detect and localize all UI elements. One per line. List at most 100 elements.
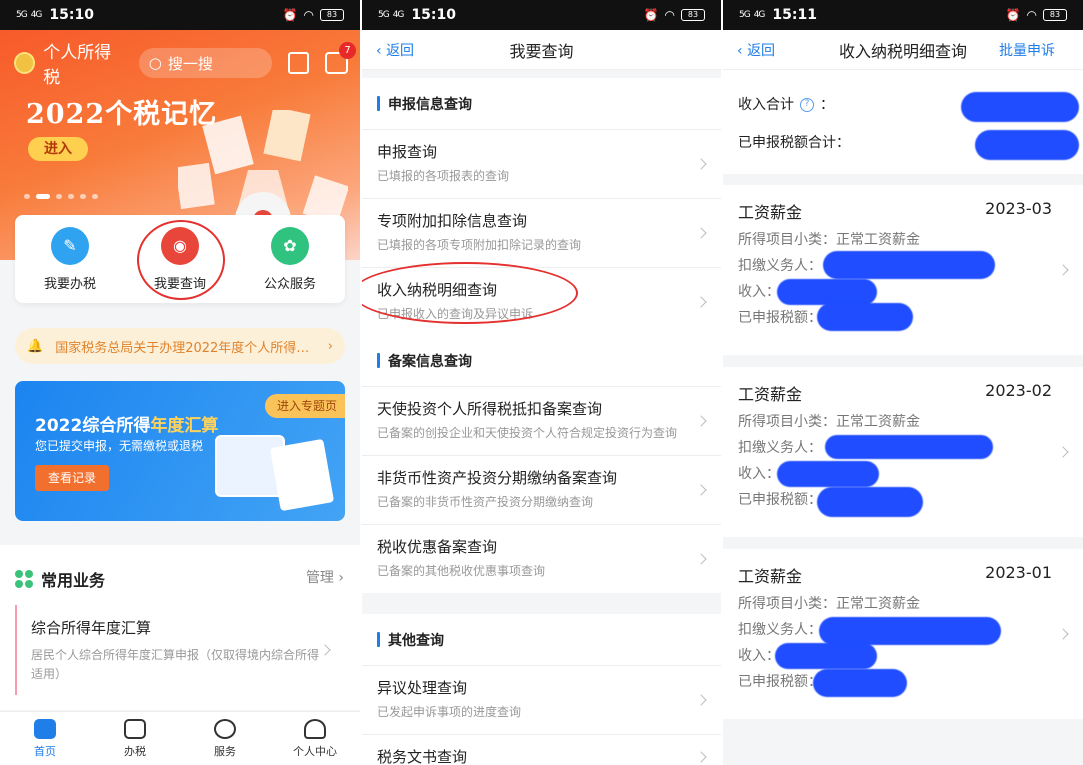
form-icon (124, 718, 146, 739)
record-subtype: 所得项目小类：正常工资薪金 (738, 414, 920, 430)
carousel-dots[interactable] (24, 194, 98, 199)
quick-action-label: 我要办税 (43, 276, 96, 292)
message-icon[interactable]: 7 (324, 42, 357, 74)
help-icon[interactable]: ? (800, 98, 814, 112)
query-item[interactable]: 申报查询 已填报的各项报表的查询 (362, 130, 721, 199)
record-month: 2023-02 (985, 381, 1052, 400)
hero-enter-button[interactable]: 进入 (28, 137, 88, 161)
battery-icon: 83 (320, 9, 344, 21)
redaction-mask (825, 435, 993, 459)
scan-icon[interactable] (287, 52, 309, 74)
total-income-colon: ： (820, 97, 834, 113)
income-detail-screen: 5G 4G 15:11 ⏰ ◠ 83 ‹ 返回 收入纳税明细查询 批量申诉 收入合计? ：… (723, 0, 1083, 765)
back-button[interactable]: ‹ 返回 (376, 40, 414, 60)
chevron-right-icon: › (327, 338, 333, 354)
alarm-icon: ⏰ (643, 8, 659, 22)
declared-tax-label: 已申报税额合计： (738, 135, 850, 151)
section-other: 其他查询 异议处理查询 已发起申诉事项的进度查询 税务文书查询 (362, 614, 721, 765)
query-screen: 5G 4G 15:10 ⏰ ◠ 83 ‹ 返回 我要查询 申报信息查询 申报查询 已填报的… (362, 0, 721, 765)
card-desc: 居民个人综合所得年度汇算申报（仅取得境内综合所得适用） (31, 648, 320, 681)
income-record[interactable]: 工资薪金 2023-03 所得项目小类：正常工资薪金 扣缴义务人： 收入： 已申报… (723, 185, 1083, 355)
tab-home[interactable]: 首页 (0, 712, 90, 765)
network-label: 4G (392, 10, 405, 20)
notice-bar[interactable]: 🔔 国家税务总局关于办理2022年度个人所得… › (15, 328, 345, 364)
chevron-right-icon (695, 553, 707, 565)
view-records-button[interactable]: 查看记录 (35, 465, 109, 491)
redaction-mask (813, 669, 907, 697)
banner-title: 2022综合所得年度汇算 (35, 416, 219, 436)
tab-personal[interactable]: 个人中心 (270, 712, 360, 765)
quick-action-file-tax[interactable]: ✎ 我要办税 (43, 226, 96, 292)
tab-tax[interactable]: 办税 (90, 712, 180, 765)
quick-action-public-service[interactable]: ✿ 公众服务 (264, 226, 316, 292)
nav-bar: ‹ 返回 我要查询 (362, 30, 721, 70)
record-type: 工资薪金 (738, 567, 803, 586)
wifi-icon: ◠ (664, 8, 675, 22)
battery-icon: 83 (681, 9, 705, 21)
summary-card: 收入合计? ： 已申报税额合计： (723, 70, 1083, 174)
chevron-right-icon (695, 484, 707, 496)
signal-label: 5G (739, 10, 751, 20)
tab-service[interactable]: 服务 (180, 712, 270, 765)
home-icon (34, 718, 56, 739)
redaction-mask (961, 92, 1079, 122)
common-card[interactable]: 综合所得年度汇算 居民个人综合所得年度汇算申报（仅取得境内综合所得适用） (15, 605, 345, 695)
edit-icon: ✎ (50, 226, 89, 265)
record-subtype: 所得项目小类：正常工资薪金 (738, 232, 920, 248)
query-item[interactable]: 税收优惠备案查询 已备案的其他税收优惠事项查询 (362, 525, 721, 593)
search-input[interactable]: ○ 搜一搜 (138, 48, 272, 78)
income-record[interactable]: 工资薪金 2023-02 所得项目小类：正常工资薪金 扣缴义务人： 收入： 已申报… (723, 367, 1083, 537)
hero-title: 2022个税记忆 (26, 99, 218, 130)
section-filing: 备案信息查询 天使投资个人所得税抵扣备案查询 已备案的创投企业和天使投资个人符合规… (362, 335, 721, 593)
search-icon: ○ (148, 54, 162, 72)
message-badge: 7 (339, 42, 357, 59)
record-type: 工资薪金 (738, 385, 803, 404)
back-button[interactable]: ‹ 返回 (737, 40, 775, 60)
bottom-tab-bar: 首页 办税 服务 个人中心 (0, 711, 360, 765)
section-title: 备案信息查询 (362, 335, 721, 387)
annotation-circle (362, 262, 578, 324)
banner-tag[interactable]: 进入专题页 (264, 394, 345, 418)
app-title: 个人所得税 (43, 43, 112, 88)
person-icon (304, 718, 326, 739)
section-title: 其他查询 (362, 614, 721, 666)
network-label: 4G (753, 10, 766, 20)
signal-label: 5G (16, 10, 28, 20)
query-item[interactable]: 税务文书查询 (362, 735, 721, 765)
batch-appeal-button[interactable]: 批量申诉 (999, 40, 1055, 60)
network-label: 4G (30, 10, 43, 20)
annual-settlement-banner[interactable]: 进入专题页 2022综合所得年度汇算 您已提交申报，无需缴税或退税 查看记录 (15, 381, 345, 521)
status-time: 15:10 (49, 7, 94, 23)
query-item[interactable]: 异议处理查询 已发起申诉事项的进度查询 (362, 666, 721, 735)
alarm-icon: ⏰ (282, 8, 298, 22)
flower-icon: ✿ (270, 226, 309, 265)
section-title: 申报信息查询 (362, 78, 721, 130)
query-item[interactable]: 天使投资个人所得税抵扣备案查询 已备案的创投企业和天使投资个人符合规定投资行为查询 (362, 387, 721, 456)
query-item[interactable]: 专项附加扣除信息查询 已填报的各项专项附加扣除记录的查询 (362, 199, 721, 268)
redaction-mask (775, 643, 877, 669)
record-type: 工资薪金 (738, 203, 803, 222)
manage-link[interactable]: 管理 › (306, 567, 344, 587)
common-header: 常用业务 (15, 567, 105, 591)
redaction-mask (819, 617, 1001, 645)
wifi-icon: ◠ (1026, 8, 1037, 22)
chevron-right-icon (695, 751, 707, 763)
query-item[interactable]: 非货币性资产投资分期缴纳备案查询 已备案的非货币性资产投资分期缴纳查询 (362, 456, 721, 525)
chevron-right-icon (319, 644, 331, 656)
chevron-right-icon (695, 296, 707, 308)
home-top-bar: 个人所得税 ○ 搜一搜 7 (14, 38, 357, 88)
redaction-mask (817, 303, 913, 331)
wifi-icon: ◠ (303, 8, 314, 22)
status-bar: 5G 4G 15:10 ⏰ ◠ 83 (0, 0, 360, 30)
document-icon (269, 438, 335, 512)
bell-icon: 🔔 (27, 338, 44, 354)
page-title: 我要查询 (509, 41, 574, 61)
page-title: 收入纳税明细查询 (838, 41, 967, 61)
home-screen: 5G 4G 15:10 ⏰ ◠ 83 个人所得税 ○ 搜一搜 7 2022个税记忆 进入 … (0, 0, 360, 765)
clover-icon (15, 570, 33, 588)
redaction-mask (777, 279, 877, 305)
signal-label: 5G (378, 10, 390, 20)
search-placeholder: 搜一搜 (167, 54, 213, 73)
chevron-right-icon (695, 694, 707, 706)
income-record[interactable]: 工资薪金 2023-01 所得项目小类：正常工资薪金 扣缴义务人： 收入： 已申报… (723, 549, 1083, 719)
